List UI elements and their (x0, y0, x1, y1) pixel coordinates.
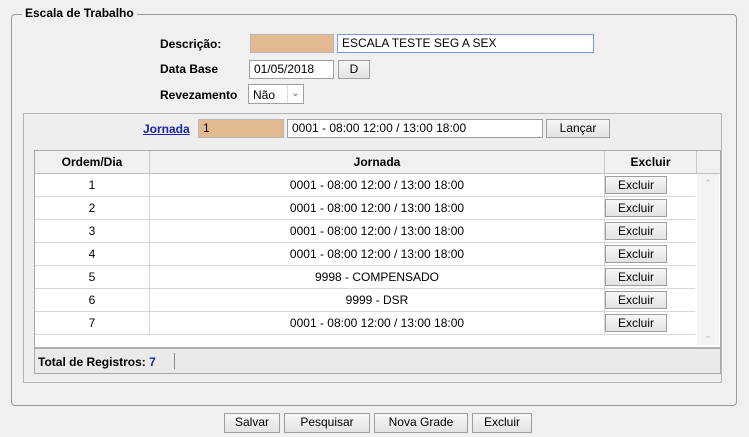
row-excluir-button[interactable]: Excluir (605, 222, 667, 240)
jornada-description-field[interactable]: 0001 - 08:00 12:00 / 13:00 18:00 (287, 119, 543, 138)
pesquisar-button[interactable]: Pesquisar (284, 413, 370, 433)
cell-ordem: 3 (35, 220, 150, 242)
column-header-ordem[interactable]: Ordem/Dia (35, 151, 150, 173)
descricao-label: Descrição: (160, 37, 222, 51)
table-row: 4 0001 - 08:00 12:00 / 13:00 18:00 Exclu… (35, 243, 695, 266)
column-header-jornada[interactable]: Jornada (150, 151, 605, 173)
excluir-button[interactable]: Excluir (472, 413, 532, 433)
table-row: 6 9999 - DSR Excluir (35, 289, 695, 312)
grid-header: Ordem/Dia Jornada Excluir (35, 151, 720, 174)
fieldset-title: Escala de Trabalho (22, 6, 137, 20)
descricao-code-field[interactable] (250, 34, 334, 53)
grid-footer: Total de Registros: 7 (35, 347, 720, 373)
jornada-code-field[interactable]: 1 (198, 119, 284, 138)
jornada-link[interactable]: Jornada (143, 122, 190, 136)
row-excluir-button[interactable]: Excluir (605, 314, 667, 332)
cell-jornada: 9999 - DSR (150, 289, 605, 311)
descricao-text-field[interactable]: ESCALA TESTE SEG A SEX (337, 34, 594, 53)
row-excluir-button[interactable]: Excluir (605, 245, 667, 263)
row-excluir-button[interactable]: Excluir (605, 199, 667, 217)
cell-jornada: 9998 - COMPENSADO (150, 266, 605, 288)
table-row: 7 0001 - 08:00 12:00 / 13:00 18:00 Exclu… (35, 312, 695, 335)
row-excluir-button[interactable]: Excluir (605, 176, 667, 194)
lancar-button[interactable]: Lançar (546, 119, 610, 138)
cell-ordem: 7 (35, 312, 150, 334)
total-registros: Total de Registros: 7 (38, 355, 156, 369)
row-excluir-button[interactable]: Excluir (605, 268, 667, 286)
table-row: 2 0001 - 08:00 12:00 / 13:00 18:00 Exclu… (35, 197, 695, 220)
total-count: 7 (149, 355, 156, 369)
footer-divider (174, 353, 175, 369)
cell-jornada: 0001 - 08:00 12:00 / 13:00 18:00 (150, 243, 605, 265)
cell-ordem: 5 (35, 266, 150, 288)
total-label: Total de Registros: (38, 355, 146, 369)
nova-grade-button[interactable]: Nova Grade (374, 413, 468, 433)
cell-ordem: 6 (35, 289, 150, 311)
column-header-excluir[interactable]: Excluir (605, 151, 697, 173)
cell-ordem: 1 (35, 174, 150, 196)
revezamento-value: Não (253, 88, 276, 102)
scroll-down-icon[interactable]: ⌄ (697, 330, 719, 341)
scroll-up-icon[interactable]: ⌃ (697, 178, 719, 189)
cell-ordem: 2 (35, 197, 150, 219)
revezamento-label: Revezamento (160, 88, 238, 102)
table-row: 5 9998 - COMPENSADO Excluir (35, 266, 695, 289)
table-row: 3 0001 - 08:00 12:00 / 13:00 18:00 Exclu… (35, 220, 695, 243)
salvar-button[interactable]: Salvar (224, 413, 280, 433)
jornada-grid: Ordem/Dia Jornada Excluir 1 0001 - 08:00… (34, 150, 721, 374)
row-excluir-button[interactable]: Excluir (605, 291, 667, 309)
cell-jornada: 0001 - 08:00 12:00 / 13:00 18:00 (150, 174, 605, 196)
cell-ordem: 4 (35, 243, 150, 265)
data-base-label: Data Base (160, 62, 219, 76)
revezamento-select[interactable]: Não ⌄ (248, 84, 304, 104)
data-base-field[interactable]: 01/05/2018 (249, 60, 334, 79)
cell-jornada: 0001 - 08:00 12:00 / 13:00 18:00 (150, 197, 605, 219)
table-row: 1 0001 - 08:00 12:00 / 13:00 18:00 Exclu… (35, 174, 695, 197)
cell-jornada: 0001 - 08:00 12:00 / 13:00 18:00 (150, 312, 605, 334)
cell-jornada: 0001 - 08:00 12:00 / 13:00 18:00 (150, 220, 605, 242)
grid-scrollbar[interactable]: ⌃ ⌄ (697, 174, 719, 345)
date-picker-button[interactable]: D (338, 60, 370, 79)
chevron-down-icon[interactable]: ⌄ (287, 85, 303, 103)
